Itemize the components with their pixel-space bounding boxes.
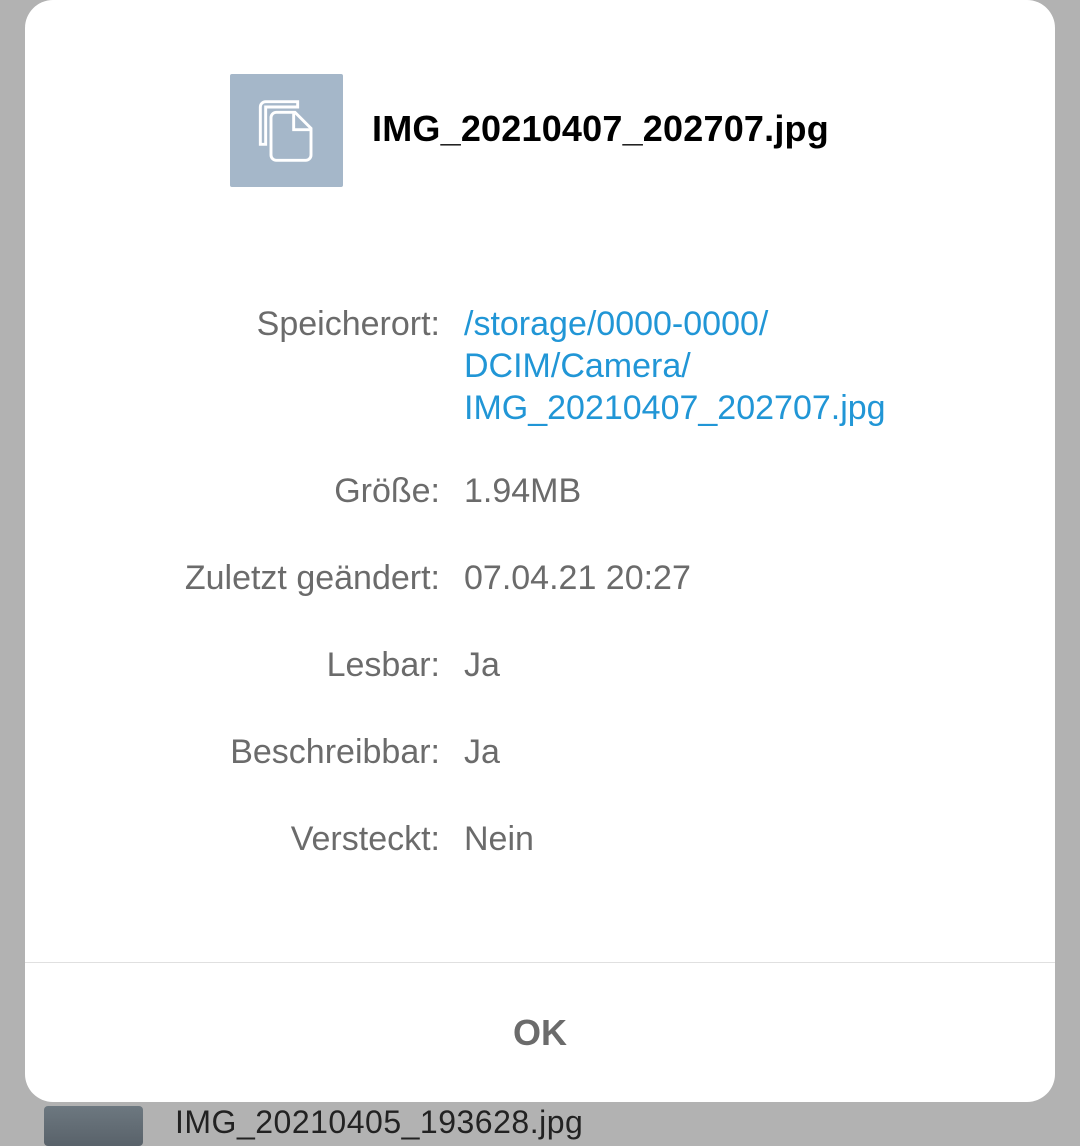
property-label-location: Speicherort: — [256, 305, 440, 343]
property-value-hidden: Nein — [464, 820, 534, 858]
location-line: /storage/0000-0000/ — [464, 305, 769, 343]
property-value-size: 1.94MB — [464, 472, 582, 510]
property-value-writable: Ja — [464, 733, 500, 771]
dialog-file-name: IMG_20210407_202707.jpg — [372, 108, 829, 149]
property-label-readable: Lesbar: — [326, 646, 440, 684]
property-label-hidden: Versteckt: — [290, 820, 440, 858]
ok-button[interactable]: OK — [25, 963, 1055, 1102]
property-label-writable: Beschreibbar: — [230, 733, 440, 771]
property-value-readable: Ja — [464, 646, 500, 684]
property-value-modified: 07.04.21 20:27 — [464, 559, 691, 597]
background-list-filename: IMG_20210405_193628.jpg — [175, 1104, 584, 1140]
property-label-modified: Zuletzt geändert: — [184, 559, 440, 597]
copy-icon — [230, 74, 343, 187]
property-label-size: Größe: — [334, 472, 440, 510]
background-list-thumbnail — [44, 1106, 143, 1146]
location-line: DCIM/Camera/ — [464, 347, 691, 385]
file-properties-dialog: IMG_20210407_202707.jpg Speicherort: /st… — [25, 0, 1055, 1102]
location-line: IMG_20210407_202707.jpg — [464, 389, 886, 427]
property-value-location-link[interactable]: /storage/0000-0000/ DCIM/Camera/ IMG_202… — [464, 303, 886, 429]
